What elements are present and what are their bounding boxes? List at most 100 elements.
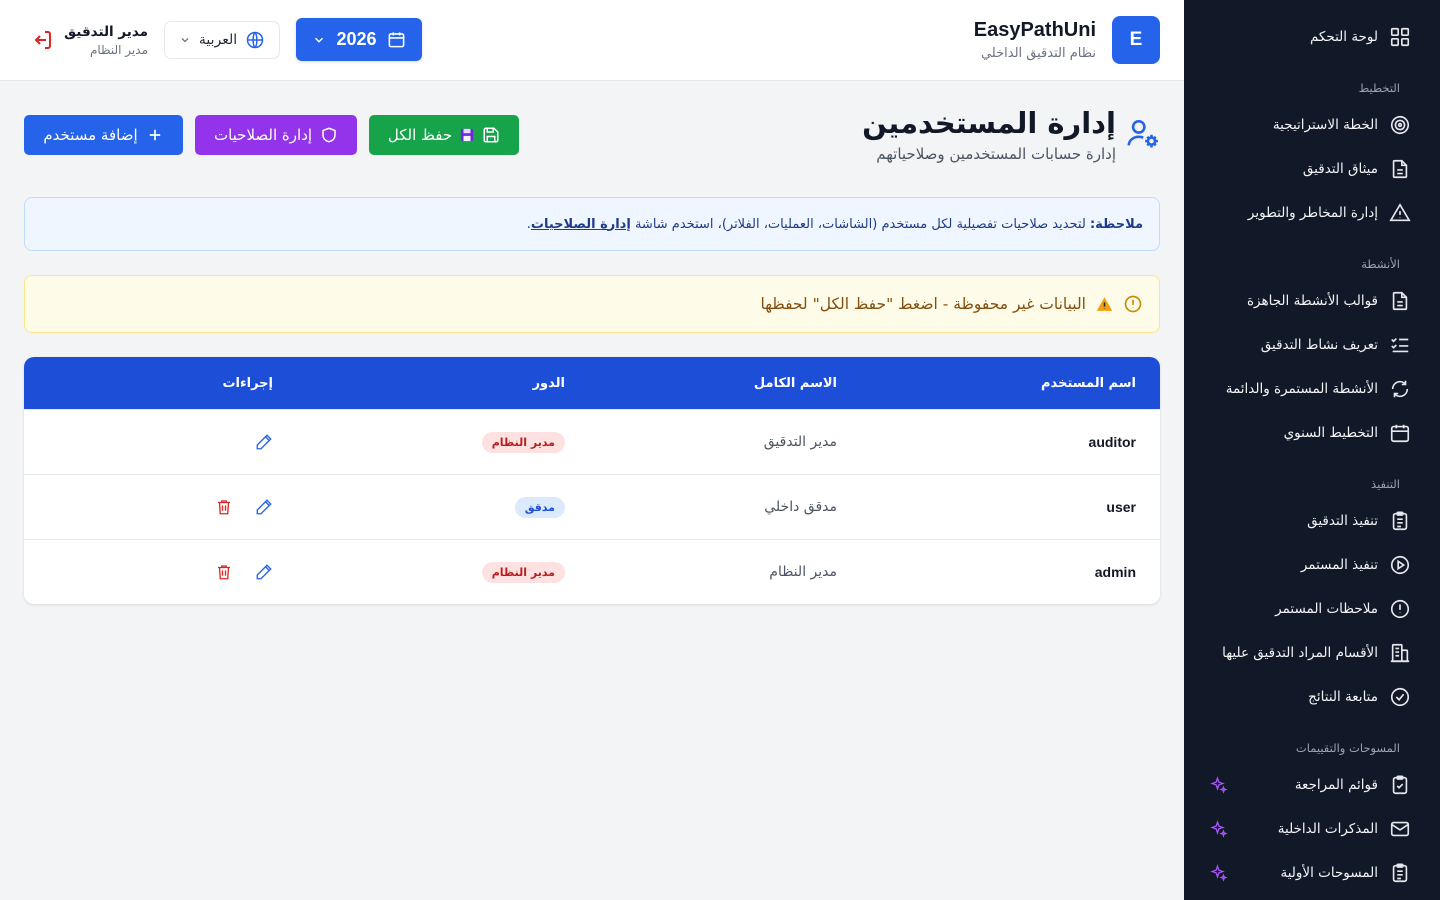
manage-permissions-label: إدارة الصلاحيات (213, 126, 313, 144)
year-value: 2026 (336, 29, 377, 49)
warning-text: البيانات غير محفوظة - اضغط "حفظ الكل" لح… (760, 295, 1087, 313)
note-label: ملاحظة: (1089, 216, 1143, 232)
table-row: admin مدير النظام مدير النظام (24, 539, 1160, 604)
sidebar-item-risk-management[interactable]: إدارة المخاطر والتطوير (1204, 197, 1412, 229)
sidebar-item-activity-definition[interactable]: تعريف نشاط التدقيق (1204, 329, 1412, 361)
sidebar-item-label: تنفيذ التدقيق (1307, 513, 1378, 529)
delete-icon[interactable] (215, 563, 233, 581)
edit-icon[interactable] (255, 498, 273, 516)
sidebar-item-initial-surveys[interactable]: المسوحات الأولية (1204, 857, 1412, 889)
role-badge: مدير النظام (481, 431, 565, 453)
table-header: اسم المستخدم الاسم الكامل الدور إجراءات (24, 357, 1160, 409)
users-table: اسم المستخدم الاسم الكامل الدور إجراءات … (24, 357, 1160, 604)
chevron-down-icon (312, 33, 326, 47)
warning-triangle-icon (1096, 296, 1113, 313)
sidebar-item-label: ميثاق التدقيق (1302, 161, 1378, 177)
dashboard-icon (1388, 25, 1412, 49)
clipboard-list-icon (1388, 861, 1412, 885)
user-settings-icon (1126, 117, 1160, 151)
save-all-label: حفظ الكل (387, 126, 453, 144)
sparkle-icon (1210, 820, 1228, 838)
username-cell: user (1106, 499, 1136, 515)
sidebar-item-label: لوحة التحكم (1309, 29, 1378, 45)
sidebar-item-label: متابعة النتائج (1308, 689, 1378, 705)
username-cell: auditor (1088, 434, 1136, 450)
save-all-button[interactable]: حفظ الكل (369, 115, 519, 155)
chevron-down-icon (179, 34, 191, 46)
sidebar-item-continuous-activities[interactable]: الأنشطة المستمرة والدائمة (1204, 373, 1412, 405)
shield-icon (320, 126, 338, 144)
refresh-icon (1388, 377, 1412, 401)
info-note: ملاحظة: لتحديد صلاحيات تفصيلية لكل مستخد… (24, 197, 1160, 251)
sidebar-item-audit-charter[interactable]: ميثاق التدقيق (1204, 153, 1412, 185)
document-icon (1388, 289, 1412, 313)
sidebar-item-dashboard[interactable]: لوحة التحكم (1204, 21, 1412, 53)
sidebar-item-label: الخطة الاستراتيجية (1272, 117, 1378, 133)
plus-icon (146, 126, 164, 144)
section-surveys: المسوحات والتقييمات (1295, 741, 1400, 755)
add-user-label: إضافة مستخدم (43, 126, 138, 144)
language-value: العربية (198, 32, 238, 48)
play-icon (1388, 553, 1412, 577)
building-icon (1388, 641, 1412, 665)
role-badge: مدقق (514, 496, 565, 518)
alert-circle-icon (1123, 294, 1143, 314)
sidebar-item-internal-memos[interactable]: المذكرات الداخلية (1204, 813, 1412, 845)
target-icon (1388, 113, 1412, 137)
sidebar-item-annual-planning[interactable]: التخطيط السنوي (1204, 417, 1412, 449)
sidebar-item-label: إدارة المخاطر والتطوير (1247, 205, 1378, 221)
sidebar-item-audited-departments[interactable]: الأقسام المراد التدقيق عليها (1204, 637, 1412, 669)
full-name-cell: مدقق داخلي (764, 499, 837, 515)
sidebar-item-label: المذكرات الداخلية (1277, 821, 1378, 837)
app-name: EasyPathUni (973, 19, 1096, 41)
sidebar-item-label: قوائم المراجعة (1294, 777, 1378, 793)
note-text: لتحديد صلاحيات تفصيلية لكل مستخدم (الشاش… (634, 216, 1086, 232)
sidebar-item-audit-execution[interactable]: تنفيذ التدقيق (1204, 505, 1412, 537)
page-title: إدارة المستخدمين (862, 106, 1116, 140)
sidebar-item-activity-templates[interactable]: قوالب الأنشطة الجاهزة (1204, 285, 1412, 317)
page-subtitle: إدارة حسابات المستخدمين وصلاحياتهم (876, 145, 1116, 163)
header-role: الدور (532, 375, 565, 391)
app-logo: E (1112, 16, 1160, 64)
full-name-cell: مدير التدقيق (763, 434, 837, 450)
clipboard-check-icon (1388, 773, 1412, 797)
header-full-name: الاسم الكامل (753, 375, 837, 391)
sidebar-item-continuous-execution[interactable]: تنفيذ المستمر (1204, 549, 1412, 581)
language-selector[interactable]: العربية (164, 21, 280, 59)
sidebar: لوحة التحكم التخطيط الخطة الاستراتيجية م… (1184, 0, 1440, 900)
section-execution: التنفيذ (1371, 477, 1400, 491)
manage-permissions-button[interactable]: إدارة الصلاحيات (195, 115, 357, 155)
year-selector[interactable]: 2026 (296, 18, 422, 61)
sidebar-item-label: الأنشطة المستمرة والدائمة (1225, 381, 1378, 397)
sidebar-item-checklists[interactable]: قوائم المراجعة (1204, 769, 1412, 801)
permissions-link[interactable]: إدارة الصلاحيات (531, 217, 631, 232)
section-planning: التخطيط (1358, 81, 1400, 95)
top-header: E EasyPathUni نظام التدقيق الداخلي 2026 … (0, 0, 1184, 81)
globe-icon (245, 30, 265, 50)
save-icon (482, 126, 500, 144)
sidebar-item-label: التخطيط السنوي (1283, 425, 1378, 441)
edit-icon[interactable] (255, 563, 273, 581)
calendar-icon (1388, 421, 1412, 445)
document-icon (1388, 157, 1412, 181)
calendar-icon (387, 30, 406, 49)
edit-icon[interactable] (255, 433, 273, 451)
sidebar-item-label: الأقسام المراد التدقيق عليها (1222, 645, 1378, 661)
header-username: اسم المستخدم (1041, 375, 1136, 391)
sidebar-item-label: ملاحظات المستمر (1275, 601, 1378, 617)
alert-circle-icon (1388, 597, 1412, 621)
current-user-name: مدير التدقيق (64, 24, 148, 40)
delete-icon[interactable] (215, 498, 233, 516)
warning-icon (1388, 201, 1412, 225)
section-activities: الأنشطة (1361, 257, 1400, 271)
list-check-icon (1388, 333, 1412, 357)
sidebar-item-strategic-plan[interactable]: الخطة الاستراتيجية (1204, 109, 1412, 141)
sidebar-item-label: تنفيذ المستمر (1300, 557, 1378, 573)
mail-icon (1388, 817, 1412, 841)
floppy-disk-icon (460, 128, 474, 142)
sidebar-item-results-followup[interactable]: متابعة النتائج (1204, 681, 1412, 713)
clipboard-icon (1388, 509, 1412, 533)
add-user-button[interactable]: إضافة مستخدم (24, 115, 183, 155)
logout-icon[interactable] (30, 28, 54, 52)
sidebar-item-continuous-notes[interactable]: ملاحظات المستمر (1204, 593, 1412, 625)
